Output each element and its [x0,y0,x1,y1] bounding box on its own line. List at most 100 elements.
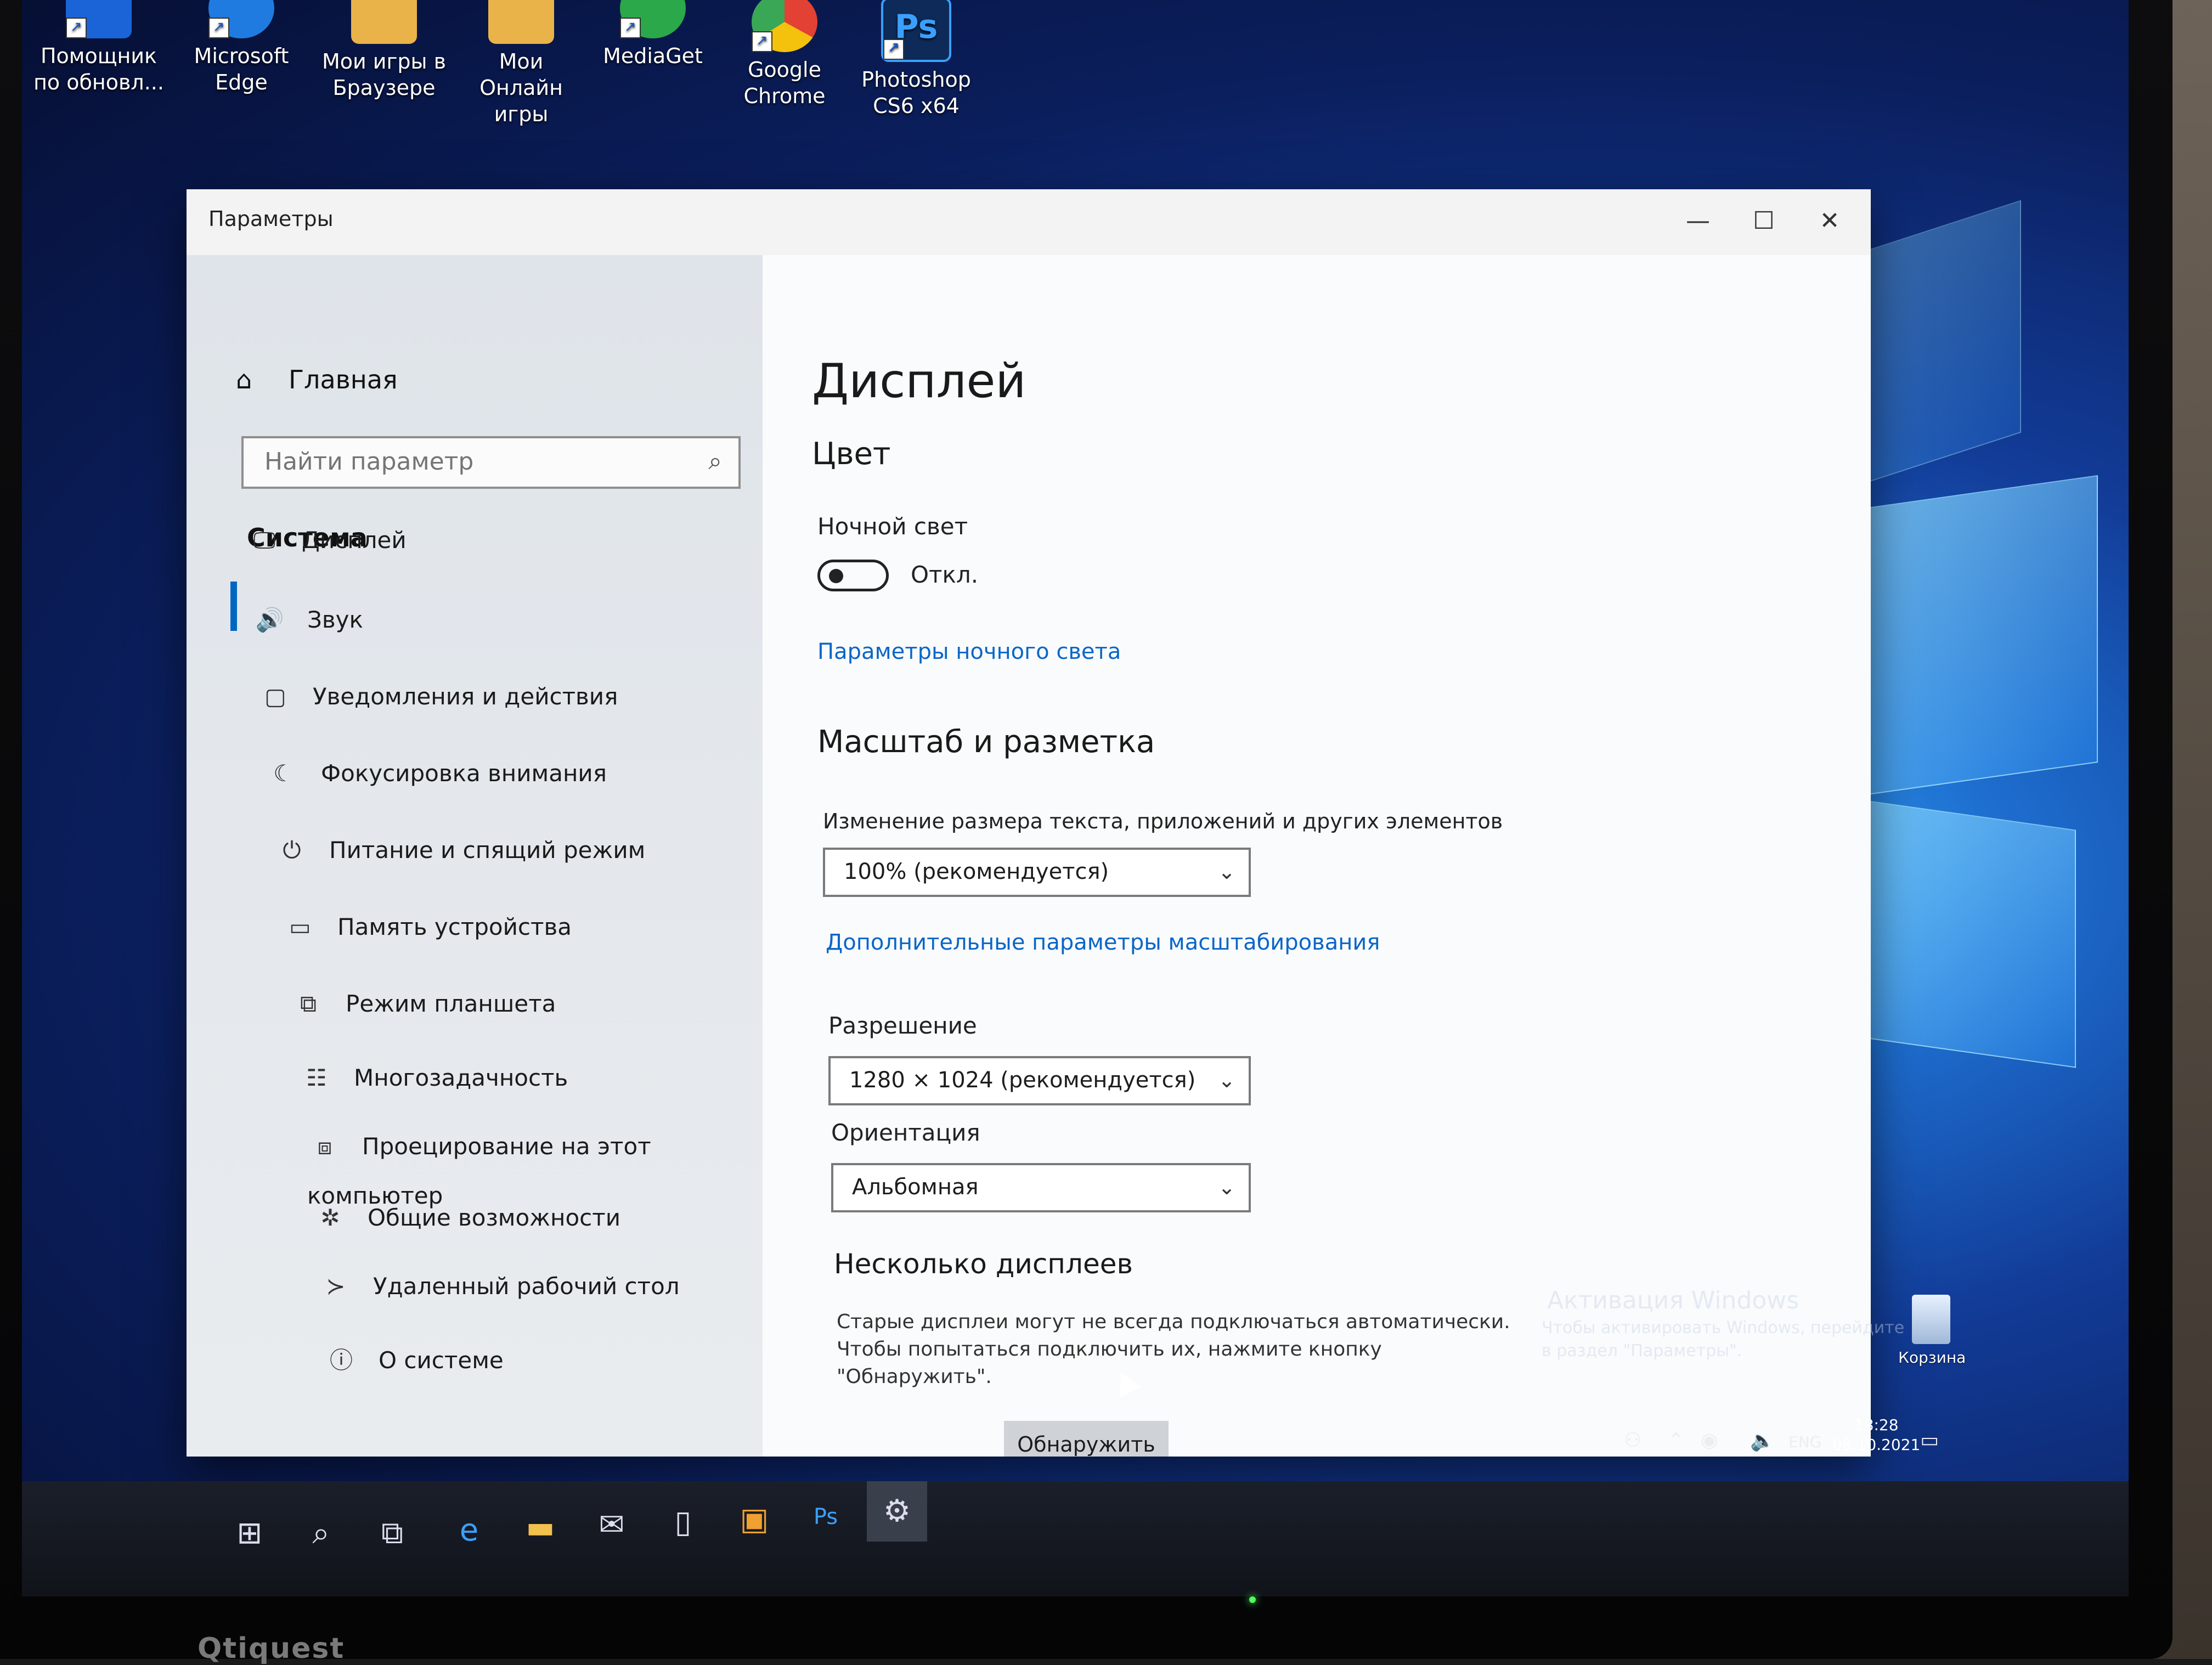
power-led [1249,1596,1256,1603]
sidebar-item-label: Режим планшета [346,990,556,1017]
multi-text-line-3: "Обнаружить". [837,1365,992,1388]
advanced-scaling-link[interactable]: Дополнительные параметры масштабирования [826,930,1380,955]
window-title: Параметры [208,207,334,231]
info-icon: ⓘ [329,1347,353,1374]
settings-window: Параметры — ☐ ✕ ⌂Главная ⌕ Система 🖵Дисп… [187,189,1871,1457]
update-assistant-icon: ↗ [66,0,132,38]
moon-icon: ☾ [273,760,294,787]
notepad-icon[interactable]: ▯ [653,1492,713,1553]
sidebar-item-label: Общие возможности [368,1204,621,1231]
desktop-icon-label: MediaGet [603,44,703,68]
sidebar-item-label: Фокусировка внимания [321,760,607,787]
sidebar-item[interactable]: ⓘ О системе [324,1336,504,1385]
clock[interactable]: 18:28 08.10.2021 [1832,1415,1920,1455]
color-heading: Цвет [812,436,891,472]
sidebar-item[interactable]: ✲ Общие возможности [313,1193,620,1243]
project-icon: ⧈ [317,1133,332,1160]
sidebar-item-label: Память устройства [337,913,572,940]
title-bar[interactable]: Параметры — ☐ ✕ [187,189,1871,255]
action-center-icon[interactable]: ▭ [1920,1429,1939,1452]
desktop-icon-online-games[interactable]: Мои Онлайн игры [455,0,587,127]
night-light-toggle[interactable] [817,560,889,591]
clock-date: 08.10.2021 [1832,1436,1921,1454]
settings-gear-icon[interactable]: ⚙ [867,1481,927,1542]
orientation-label: Ориентация [831,1119,980,1146]
scale-dropdown[interactable]: 100% (рекомендуется) ⌄ [823,848,1251,897]
search-input[interactable] [263,447,682,476]
desktop-icon-recycle-bin[interactable]: Корзина [1898,1295,1966,1367]
maximize-button[interactable]: ☐ [1734,199,1794,243]
sidebar-item[interactable]: ☾ Фокусировка внимания [266,749,607,798]
monitor-icon: 🖵 [253,527,276,554]
mail-icon[interactable]: ✉ [582,1495,642,1555]
desktop-icon-label: Мои игры в Браузере [321,49,447,100]
notification-icon: ▢ [264,683,286,710]
recycle-bin-label: Корзина [1898,1348,1966,1367]
wallpaper-pane [1832,475,2098,800]
sidebar: ⌂Главная ⌕ Система 🖵Дисплей🔊Звук▢Уведомл… [187,255,763,1457]
sidebar-item[interactable]: ≻ Удаленный рабочий стол [318,1262,680,1311]
scale-value: 100% (рекомендуется) [844,859,1109,884]
orientation-dropdown[interactable]: Альбомная ⌄ [831,1163,1251,1212]
taskbar: ⊞ ⌕ ⧉ e ▬ ✉ ▯ ▣ Ps ⚙ [22,1481,2129,1596]
file-explorer-icon[interactable]: ▬ [510,1498,571,1558]
people-icon[interactable]: ⚇ [1624,1429,1641,1452]
multi-text-line-1: Старые дисплеи могут не всегда подключат… [837,1311,1510,1333]
activation-watermark-title: Активация Windows [1547,1286,1799,1314]
close-button[interactable]: ✕ [1799,199,1860,243]
chevron-up-icon[interactable]: ⌃ [1668,1429,1684,1452]
start-button[interactable]: ⊞ [219,1503,280,1564]
task-view-icon[interactable]: ⧉ [362,1503,422,1564]
remote-icon: ≻ [326,1273,346,1300]
network-icon[interactable]: ◉ [1701,1429,1718,1452]
edge-icon[interactable]: e [439,1500,499,1561]
sidebar-item[interactable]: ▢ Уведомления и действия [258,672,618,721]
search-box[interactable]: ⌕ [241,436,741,489]
desktop-icon-update-assistant[interactable]: ↗ Помощник по обновл... [33,0,165,95]
sidebar-item[interactable]: 🔊 Звук [252,595,363,645]
sidebar-item-label: О системе [379,1347,504,1374]
resolution-dropdown[interactable]: 1280 × 1024 (рекомендуется) ⌄ [828,1056,1251,1105]
desktop-icon-chrome[interactable]: ↗ Google Chrome [719,0,850,109]
speaker-icon: 🔊 [255,606,285,633]
night-light-settings-link[interactable]: Параметры ночного света [817,639,1121,664]
recycle-bin-icon [1912,1295,1950,1344]
shared-icon: ✲ [320,1204,340,1231]
minimize-button[interactable]: — [1668,199,1728,243]
detect-button[interactable]: Обнаружить [1004,1421,1169,1457]
photoshop-icon[interactable]: Ps [795,1487,856,1547]
sidebar-item[interactable]: ⏻ Питание и спящий режим [274,826,645,875]
sidebar-item[interactable]: ⧈ Проецирование на этот компьютер [307,1122,763,1209]
desktop-icon-browser-games[interactable]: Мои игры в Браузере [318,0,450,101]
search-icon[interactable]: ⌕ [708,447,722,475]
chevron-down-icon: ⌄ [1218,860,1235,884]
volume-icon[interactable]: 🔈 [1750,1429,1775,1452]
home-icon: ⌂ [236,365,252,394]
desktop-icon-label: Google Chrome [743,58,826,108]
folder-icon [351,0,417,44]
sidebar-item[interactable]: ▭ Память устройства [283,902,572,952]
night-light-state: Откл. [911,561,979,588]
resolution-value: 1280 × 1024 (рекомендуется) [849,1068,1196,1093]
photoshop-icon: Ps ↗ [881,0,951,62]
nav-home[interactable]: ⌂ Главная [236,365,398,394]
edge-icon: ↗ [208,0,274,38]
night-light-label: Ночной свет [817,513,968,540]
chevron-down-icon: ⌄ [1218,1068,1235,1092]
sidebar-item[interactable]: ☷ Многозадачность [299,1053,568,1103]
language-indicator[interactable]: ENG [1788,1433,1821,1451]
desktop-icon-edge[interactable]: ↗ Microsoft Edge [176,0,307,95]
desktop-icon-mediaget[interactable]: ↗ MediaGet [587,0,719,69]
sidebar-item[interactable]: ⧉ Режим планшета [291,979,556,1029]
search-icon[interactable]: ⌕ [291,1503,351,1564]
scale-heading: Масштаб и разметка [817,724,1155,760]
sidebar-item[interactable]: 🖵 Дисплей [247,516,407,565]
desktop-icon-label: Microsoft Edge [194,44,289,94]
desktop-icon-label: Мои Онлайн игры [479,49,563,126]
desktop-icon-photoshop[interactable]: Ps ↗ Photoshop CS6 x64 [850,0,982,119]
sidebar-item-label: Удаленный рабочий стол [373,1273,680,1300]
orientation-value: Альбомная [852,1175,979,1200]
content-pane: Дисплей Цвет Ночной свет Откл. Параметры… [763,255,1871,1457]
desktop-icon-label: Помощник по обновл... [33,44,164,94]
store-icon[interactable]: ▣ [724,1489,785,1550]
